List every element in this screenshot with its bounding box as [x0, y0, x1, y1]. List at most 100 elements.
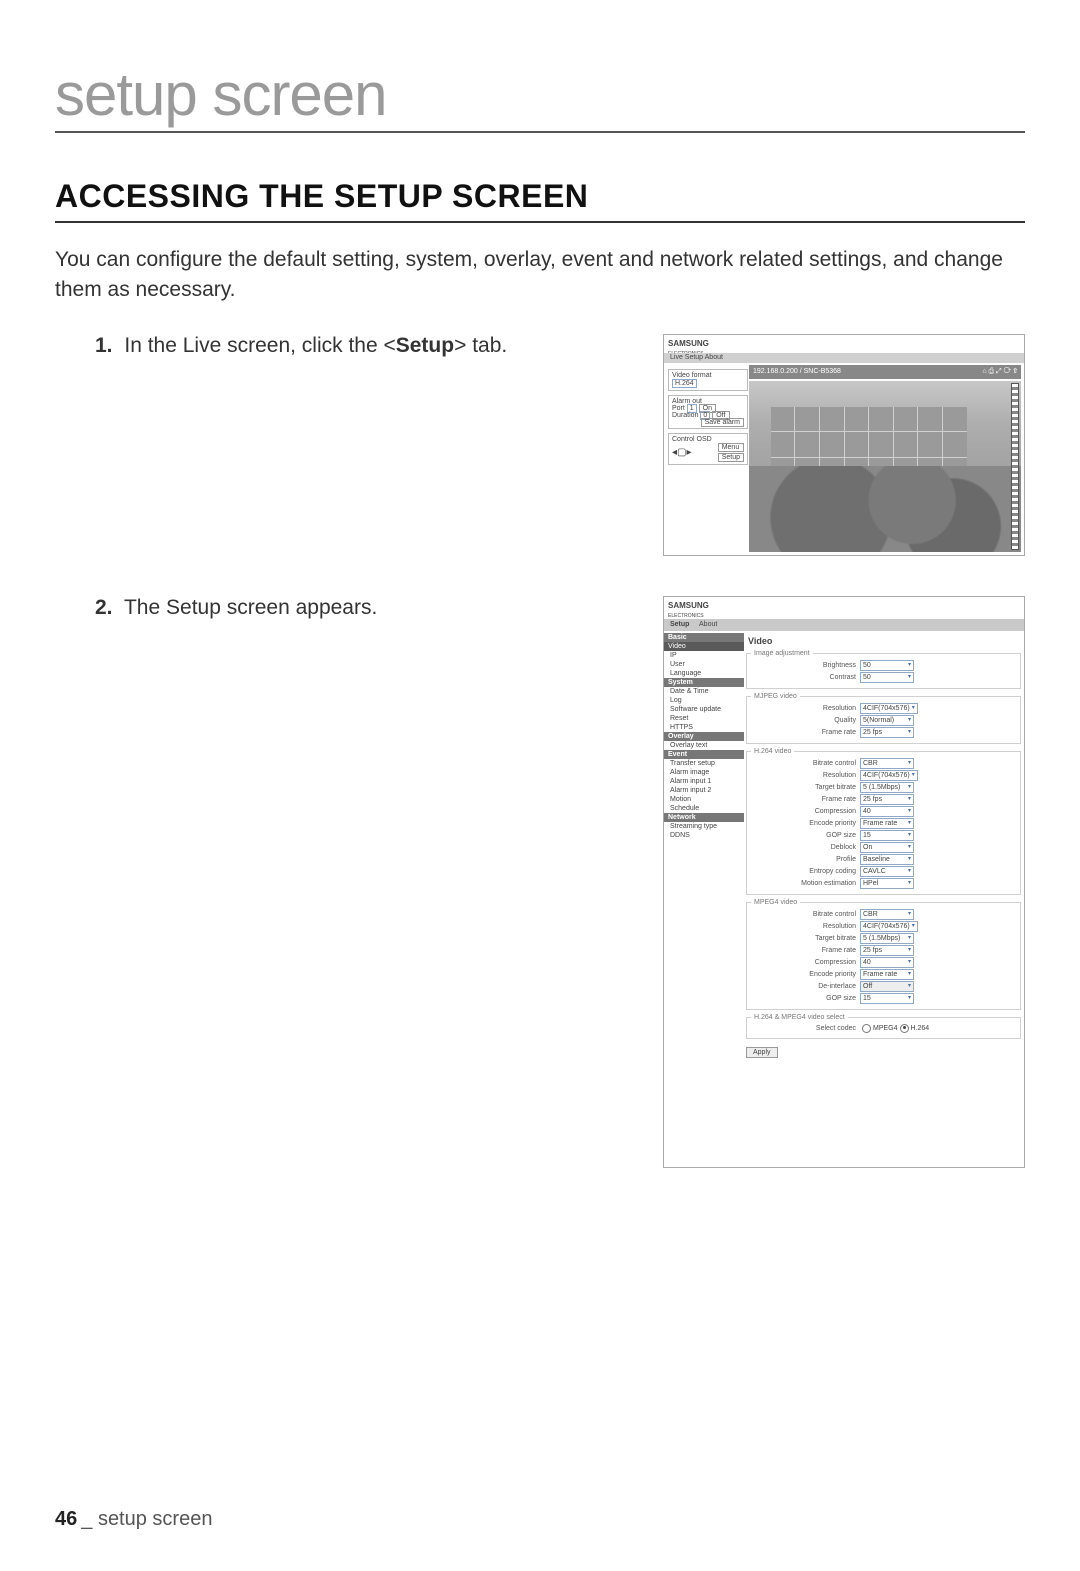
h264-encode-priority-select[interactable]: Frame rate — [860, 818, 914, 829]
live-titlebar: 192.168.0.200 / SNC-B5368 ⌂ ⎙ ⤢ ⟳ ⇧ — [749, 365, 1021, 379]
video-format-select[interactable]: H.264 — [672, 379, 697, 388]
setup-sidebar: Basic Video IP User Language System Date… — [664, 633, 744, 1167]
save-alarm-button[interactable]: Save alarm — [701, 418, 744, 427]
menu-button[interactable]: Menu — [718, 443, 744, 452]
h264-entropy-label: Entropy coding — [751, 868, 860, 875]
h264-deblock-select[interactable]: On — [860, 842, 914, 853]
sidebar-item-software-update[interactable]: Software update — [664, 705, 744, 714]
mpeg4-encode-priority-label: Encode priority — [751, 971, 860, 978]
mpeg4-deinterlace-select[interactable]: Off — [860, 981, 914, 992]
step-2-text: 2. The Setup screen appears. — [55, 596, 643, 620]
setup-screenshot: SAMSUNG ELECTRONICS Setup About Basic Vi… — [663, 596, 1025, 1168]
sidebar-item-ddns[interactable]: DDNS — [664, 831, 744, 840]
codec-radio-mpeg4[interactable] — [862, 1024, 871, 1033]
sidebar-item-reset[interactable]: Reset — [664, 714, 744, 723]
sidebar-item-log[interactable]: Log — [664, 696, 744, 705]
h264-target-bitrate-select[interactable]: 5 (1.5Mbps) — [860, 782, 914, 793]
brightness-label: Brightness — [751, 662, 860, 669]
panel-title: Video — [746, 633, 1021, 650]
mpeg4-bitrate-control-select[interactable]: CBR — [860, 909, 914, 920]
sidebar-item-https[interactable]: HTTPS — [664, 723, 744, 732]
mjpeg-quality-select[interactable]: 5(Normal) — [860, 715, 914, 726]
sidebar-item-video[interactable]: Video — [664, 642, 744, 651]
step-1-pre: In the Live screen, click the < — [124, 334, 395, 357]
mpeg4-compression-select[interactable]: 40 — [860, 957, 914, 968]
codec-select-legend: H.264 & MPEG4 video select — [751, 1014, 848, 1021]
mpeg4-bitrate-control-label: Bitrate control — [751, 911, 860, 918]
sidebar-item-alarm-input-1[interactable]: Alarm input 1 — [664, 777, 744, 786]
sidebar-item-user[interactable]: User — [664, 660, 744, 669]
titlebar-icons[interactable]: ⌂ ⎙ ⤢ ⟳ ⇧ — [982, 365, 1017, 379]
h264-entropy-select[interactable]: CAVLC — [860, 866, 914, 877]
sidebar-header-system: System — [664, 678, 744, 687]
mpeg4-resolution-select[interactable]: 4CIF(704x576) — [860, 921, 918, 932]
mjpeg-legend: MJPEG video — [751, 693, 800, 700]
mpeg4-framerate-label: Frame rate — [751, 947, 860, 954]
sidebar-item-alarm-image[interactable]: Alarm image — [664, 768, 744, 777]
image-adjustment-group: Image adjustment Brightness50 Contrast50 — [746, 650, 1021, 689]
sidebar-item-streaming-type[interactable]: Streaming type — [664, 822, 744, 831]
apply-button[interactable]: Apply — [746, 1047, 778, 1058]
setup-button[interactable]: Setup — [718, 453, 744, 462]
live-sidebar: Video format H.264 Alarm out Port 1 On D… — [664, 365, 752, 555]
h264-group: H.264 video Bitrate controlCBR Resolutio… — [746, 748, 1021, 895]
h264-profile-label: Profile — [751, 856, 860, 863]
sidebar-item-ip[interactable]: IP — [664, 651, 744, 660]
tab-setup[interactable]: Setup — [670, 621, 689, 628]
mjpeg-resolution-label: Resolution — [751, 705, 860, 712]
mpeg4-framerate-select[interactable]: 25 fps — [860, 945, 914, 956]
contrast-select[interactable]: 50 — [860, 672, 914, 683]
mpeg4-target-bitrate-label: Target bitrate — [751, 935, 860, 942]
h264-compression-select[interactable]: 40 — [860, 806, 914, 817]
mpeg4-encode-priority-select[interactable]: Frame rate — [860, 969, 914, 980]
h264-gop-select[interactable]: 15 — [860, 830, 914, 841]
tab-about[interactable]: About — [699, 621, 717, 628]
live-video-view — [749, 381, 1021, 552]
sidebar-item-transfer-setup[interactable]: Transfer setup — [664, 759, 744, 768]
codec-opt-mpeg4: MPEG4 — [873, 1025, 898, 1032]
mpeg4-target-bitrate-select[interactable]: 5 (1.5Mbps) — [860, 933, 914, 944]
live-menubar: Live Setup About — [664, 353, 1024, 363]
section-title: ACCESSING THE SETUP SCREEN — [55, 178, 1025, 223]
mjpeg-framerate-select[interactable]: 25 fps — [860, 727, 914, 738]
h264-framerate-select[interactable]: 25 fps — [860, 794, 914, 805]
duration-label: Duration — [672, 412, 698, 419]
sidebar-item-datetime[interactable]: Date & Time — [664, 687, 744, 696]
page-number: 46 — [55, 1508, 77, 1530]
setup-main-panel: Video Image adjustment Brightness50 Cont… — [746, 633, 1021, 1164]
mjpeg-framerate-label: Frame rate — [751, 729, 860, 736]
contrast-label: Contrast — [751, 674, 860, 681]
h264-bitrate-control-select[interactable]: CBR — [860, 758, 914, 769]
footer-label: setup screen — [98, 1508, 213, 1530]
mpeg4-gop-select[interactable]: 15 — [860, 993, 914, 1004]
codec-radio-h264[interactable] — [900, 1024, 909, 1033]
sidebar-item-alarm-input-2[interactable]: Alarm input 2 — [664, 786, 744, 795]
setup-tabs: Setup About — [664, 619, 1024, 631]
sidebar-item-language[interactable]: Language — [664, 669, 744, 678]
h264-profile-select[interactable]: Baseline — [860, 854, 914, 865]
step-1-text: 1. In the Live screen, click the <Setup>… — [55, 334, 643, 358]
h264-target-bitrate-label: Target bitrate — [751, 784, 860, 791]
sidebar-item-schedule[interactable]: Schedule — [664, 804, 744, 813]
footer-sep: _ — [81, 1508, 92, 1530]
ptz-dpad-icon[interactable]: ◂▢▸ — [672, 447, 692, 458]
sidebar-item-motion[interactable]: Motion — [664, 795, 744, 804]
mjpeg-quality-label: Quality — [751, 717, 860, 724]
mpeg4-compression-label: Compression — [751, 959, 860, 966]
step-2-body: The Setup screen appears. — [124, 596, 377, 619]
h264-encode-priority-label: Encode priority — [751, 820, 860, 827]
mpeg4-legend: MPEG4 video — [751, 899, 800, 906]
h264-motion-est-select[interactable]: HPel — [860, 878, 914, 889]
h264-resolution-label: Resolution — [751, 772, 860, 779]
sidebar-item-overlay-text[interactable]: Overlay text — [664, 741, 744, 750]
step-1-bold: Setup — [396, 334, 454, 357]
mjpeg-resolution-select[interactable]: 4CIF(704x576) — [860, 703, 918, 714]
camera-ip-title: 192.168.0.200 / SNC-B5368 — [753, 365, 841, 379]
sidebar-header-basic: Basic — [664, 633, 744, 642]
mpeg4-resolution-label: Resolution — [751, 923, 860, 930]
video-format-label: Video format — [672, 372, 744, 379]
codec-opt-h264: H.264 — [911, 1025, 930, 1032]
sidebar-header-network: Network — [664, 813, 744, 822]
brightness-select[interactable]: 50 — [860, 660, 914, 671]
h264-resolution-select[interactable]: 4CIF(704x576) — [860, 770, 918, 781]
